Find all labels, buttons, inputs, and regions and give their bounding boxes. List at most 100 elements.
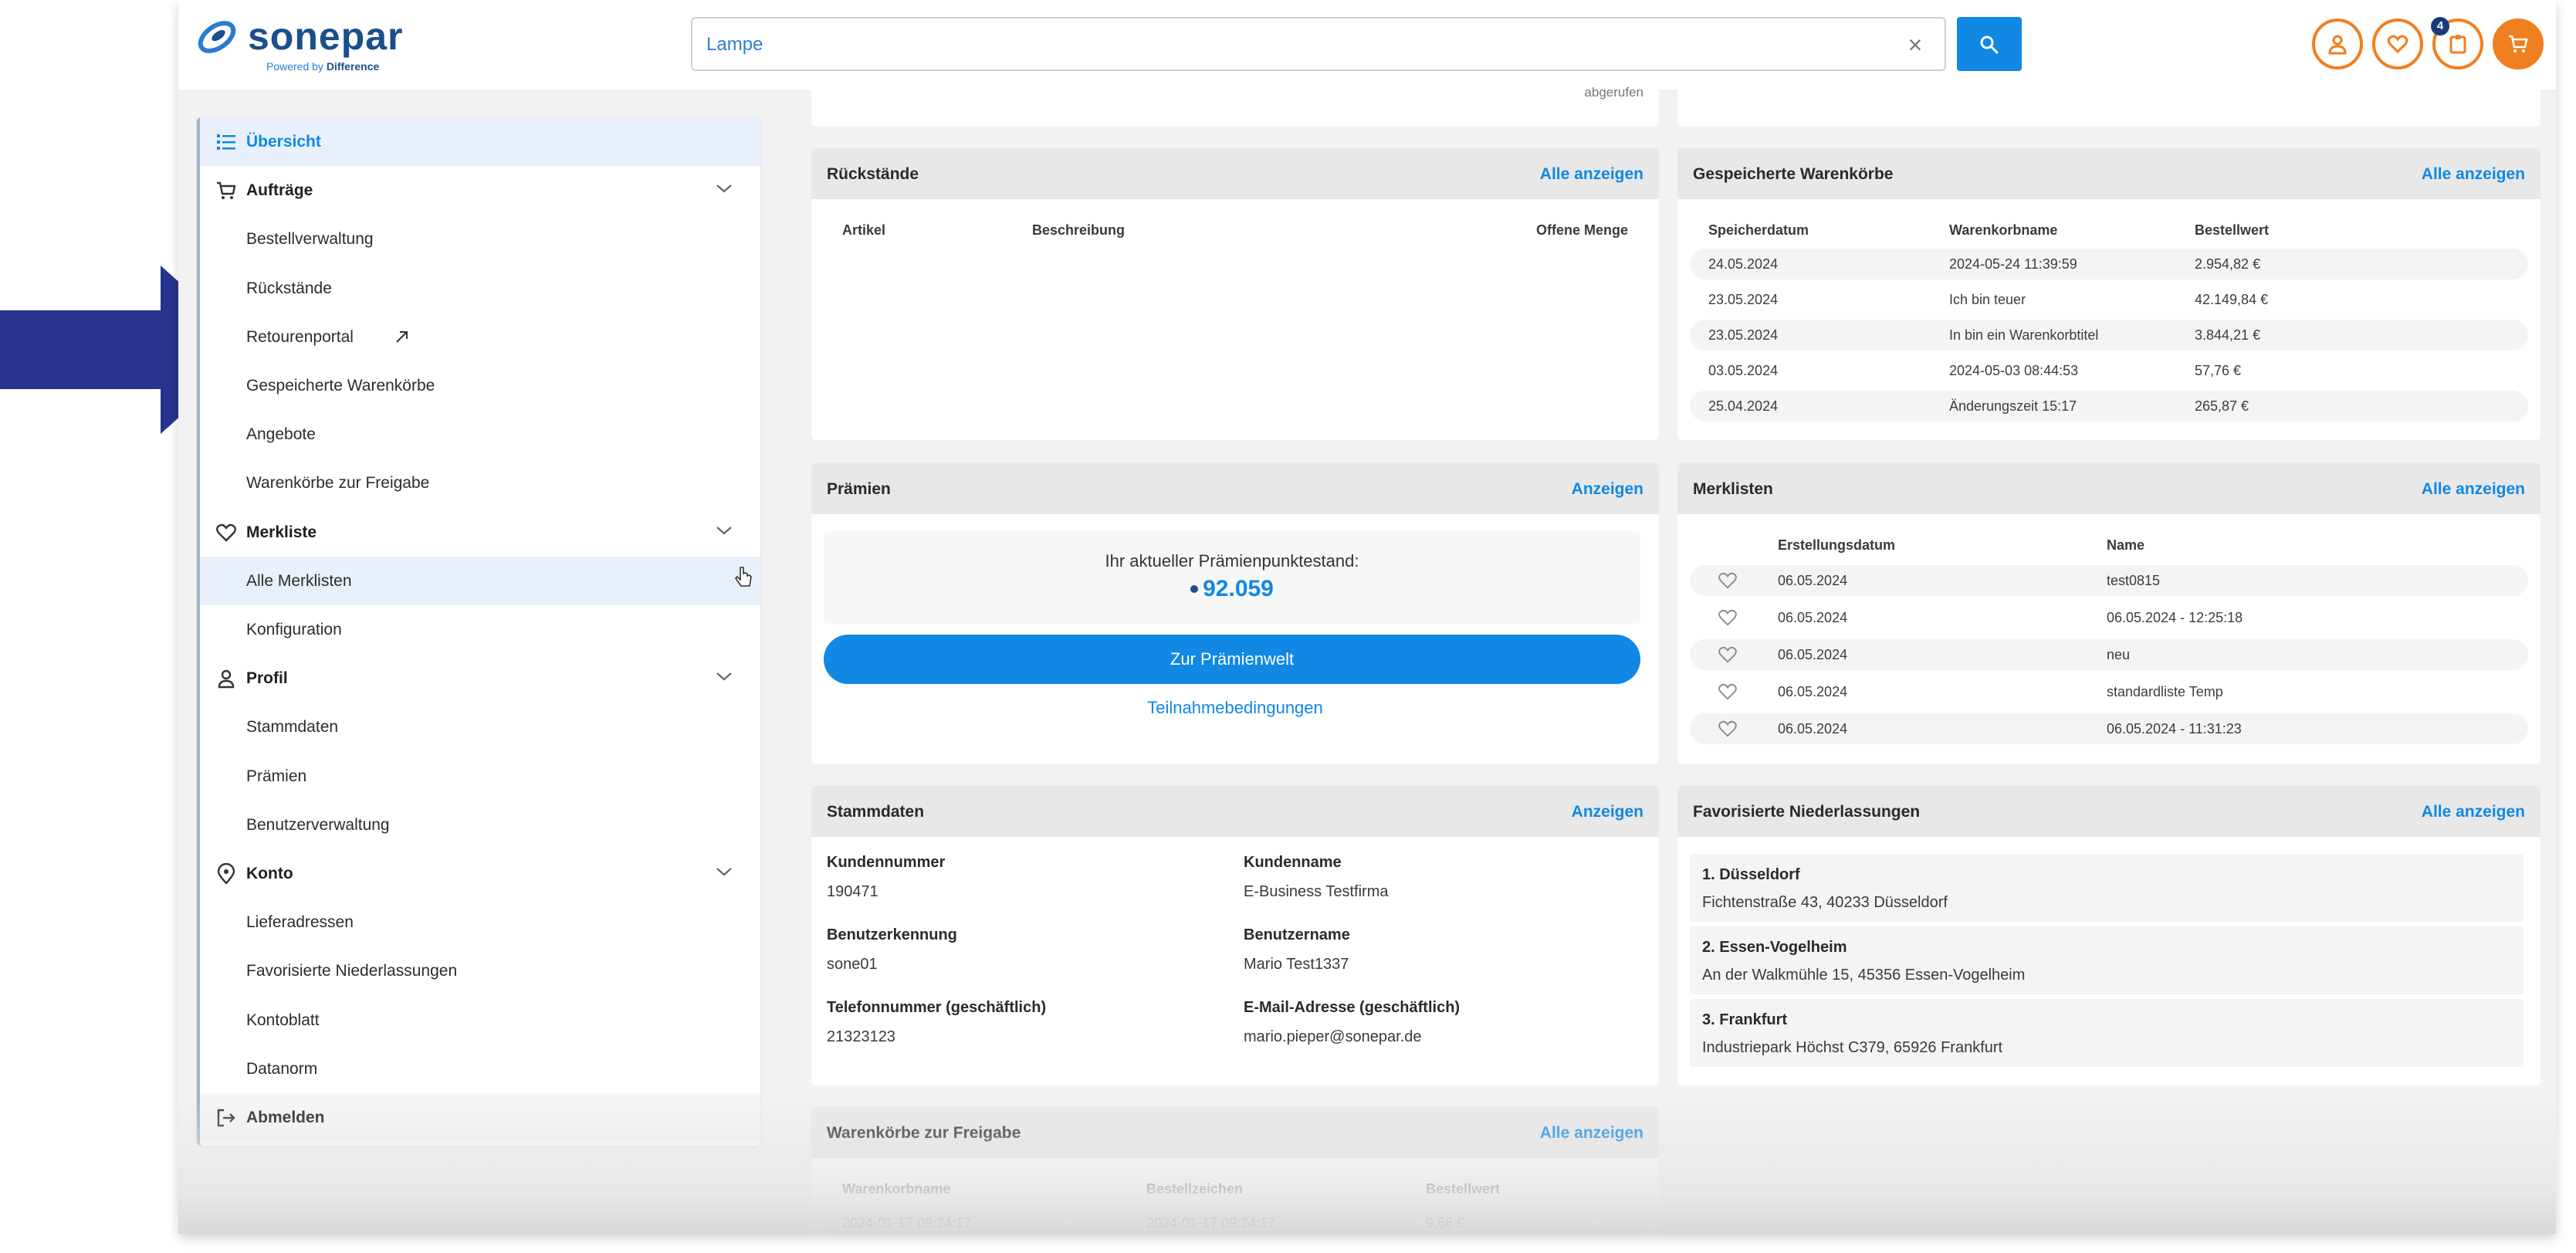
clear-search-icon[interactable]: × — [1901, 31, 1929, 59]
heart-icon[interactable] — [1718, 645, 1738, 668]
heart-icon[interactable] — [1718, 608, 1738, 631]
chevron-down-icon[interactable] — [716, 866, 733, 881]
sidebar-item-angebote[interactable]: Angebote — [200, 410, 760, 459]
table-row[interactable]: 25.04.2024 Änderungszeit 15:17 265,87 € — [1690, 391, 2528, 422]
show-link[interactable]: Anzeigen — [1572, 803, 1643, 821]
sidebar-item-label: Stammdaten — [246, 718, 339, 736]
order-value-cell: 265,87 € — [2195, 398, 2249, 414]
list-icon — [215, 131, 237, 153]
branch-address: Fichtenstraße 43, 40233 Düsseldorf — [1702, 894, 1948, 911]
card-title: Favorisierte Niederlassungen — [1693, 803, 1921, 821]
terms-link[interactable]: Teilnahmebedingungen — [811, 698, 1659, 718]
heart-icon[interactable] — [1718, 571, 1738, 594]
sidebar-item-bestellverwaltung[interactable]: Bestellverwaltung — [200, 215, 760, 263]
card-header: Stammdaten Anzeigen — [811, 786, 1659, 837]
show-link[interactable]: Anzeigen — [1572, 480, 1643, 499]
niederlassungen-card: Favorisierte Niederlassungen Alle anzeig… — [1677, 786, 2540, 1085]
sidebar-item-konto[interactable]: Konto — [200, 849, 760, 898]
email-label: E-Mail-Adresse (geschäftlich) — [1244, 999, 1461, 1016]
table-row[interactable]: 24.05.2024 2024-05-24 11:39:59 2.954,82 € — [1690, 249, 2528, 279]
chevron-down-icon[interactable] — [716, 525, 733, 540]
sidebar-item-favorisierte-niederlassungen[interactable]: Favorisierte Niederlassungen — [200, 947, 760, 995]
sidebar-item-abmelden[interactable]: Abmelden — [200, 1093, 760, 1142]
points-icon — [1190, 585, 1199, 593]
search-button[interactable] — [1957, 17, 2022, 71]
list-item[interactable]: 06.05.2024 neu — [1690, 639, 2528, 670]
sidebar-item-label: Rückstände — [246, 279, 332, 297]
order-value-cell: 57,76 € — [2195, 363, 2242, 378]
sidebar-item-merkliste[interactable]: Merkliste — [200, 508, 760, 557]
table-row[interactable]: 23.05.2024 Ich bin teuer 42.149,84 € — [1690, 284, 2528, 315]
sidebar-item-auftrage[interactable]: Aufträge — [200, 166, 760, 215]
sidebar-item-alle-merklisten[interactable]: Alle Merklisten — [200, 557, 760, 605]
cart-button[interactable] — [2493, 19, 2544, 69]
show-all-link[interactable]: Alle anzeigen — [2422, 480, 2525, 499]
show-all-link[interactable]: Alle anzeigen — [2422, 165, 2525, 184]
freigabe-card: Warenkörbe zur Freigabe Alle anzeigen Wa… — [811, 1107, 1659, 1234]
sidebar-item-profil[interactable]: Profil — [200, 654, 760, 703]
user-name-label: Benutzername — [1244, 926, 1350, 943]
chevron-down-icon[interactable] — [716, 183, 733, 198]
table-row[interactable]: 2024-01-17 09:24:17 2024-01-17 09:24:17 … — [824, 1206, 1647, 1234]
card-header: Gespeicherte Warenkörbe Alle anzeigen — [1677, 148, 2540, 199]
points-value: 92.059 — [824, 576, 1640, 602]
show-all-link[interactable]: Alle anzeigen — [1540, 1124, 1643, 1143]
sidebar-item-ruckstande[interactable]: Rückstände — [200, 264, 760, 313]
show-all-link[interactable]: Alle anzeigen — [1540, 165, 1643, 184]
created-date-cell: 06.05.2024 — [1778, 647, 1848, 662]
column-header: Warenkorbname — [842, 1181, 951, 1197]
table-row[interactable]: 23.05.2024 In bin ein Warenkorbtitel 3.844… — [1690, 320, 2528, 351]
list-item[interactable]: 06.05.2024 06.05.2024 - 11:31:23 — [1690, 713, 2528, 744]
user-id-label: Benutzerkennung — [827, 926, 957, 943]
sidebar-item-label: Retourenportal — [246, 328, 354, 346]
created-date-cell: 06.05.2024 — [1778, 721, 1848, 737]
sidebar-item-retourenportal[interactable]: Retourenportal — [200, 313, 760, 361]
column-header: Erstellungsdatum — [1778, 537, 1896, 553]
sidebar-item-lieferadressen[interactable]: Lieferadressen — [200, 898, 760, 947]
show-all-link[interactable]: Alle anzeigen — [2422, 803, 2525, 821]
card-title: Rückstände — [827, 165, 919, 183]
sidebar-item-datanorm[interactable]: Datanorm — [200, 1045, 760, 1093]
list-item[interactable]: 06.05.2024 test0815 — [1690, 565, 2528, 596]
sidebar-item-ubersicht[interactable]: Übersicht — [200, 117, 760, 166]
wishlist-button[interactable] — [2372, 19, 2423, 69]
account-button[interactable] — [2312, 19, 2363, 69]
sidebar-item-label: Gespeicherte Warenkörbe — [246, 377, 435, 395]
heart-icon[interactable] — [1718, 720, 1738, 742]
search-input[interactable]: Lampe × — [691, 17, 1946, 71]
praemienwelt-button[interactable]: Zur Prämienwelt — [824, 635, 1640, 684]
list-item[interactable]: 06.05.2024 06.05.2024 - 12:25:18 — [1690, 602, 2528, 633]
sidebar-item-gespeicherte-warenkorbe[interactable]: Gespeicherte Warenkörbe — [200, 361, 760, 410]
column-header: Artikel — [842, 222, 886, 238]
sidebar-item-konfiguration[interactable]: Konfiguration — [200, 605, 760, 654]
saved-carts-card: Gespeicherte Warenkörbe Alle anzeigen Sp… — [1677, 148, 2540, 440]
card-title: Merklisten — [1693, 480, 1773, 498]
sidebar-item-label: Benutzerverwaltung — [246, 816, 390, 834]
column-header: Beschreibung — [1032, 222, 1126, 238]
heart-icon[interactable] — [1718, 682, 1738, 705]
sidebar-item-label: Abmelden — [246, 1109, 325, 1126]
points-label: Ihr aktueller Prämienpunktestand: — [1105, 551, 1359, 571]
search-value: Lampe — [706, 34, 763, 55]
sidebar-item-pramien[interactable]: Prämien — [200, 752, 760, 801]
sidebar-item-warenkorbe-zur-freigabe[interactable]: Warenkörbe zur Freigabe — [200, 459, 760, 507]
heart-icon — [2387, 35, 2408, 54]
sidebar-item-kontoblatt[interactable]: Kontoblatt — [200, 996, 760, 1045]
branch-name: 2. Essen-Vogelheim — [1702, 939, 1847, 956]
sidebar-item-stammdaten[interactable]: Stammdaten — [200, 703, 760, 751]
card-title: Stammdaten — [827, 803, 925, 821]
list-name-cell: 06.05.2024 - 11:31:23 — [2107, 721, 2242, 737]
list-name-cell: neu — [2107, 647, 2131, 662]
merklisten-card: Merklisten Alle anzeigen Erstellungsdatu… — [1677, 463, 2540, 764]
shopping-cart-icon — [2509, 35, 2528, 52]
card-header: Prämien Anzeigen — [811, 463, 1659, 514]
branch-name: 1. Düsseldorf — [1702, 866, 1800, 883]
table-row[interactable]: 03.05.2024 2024-05-03 08:44:53 57,76 € — [1690, 355, 2528, 386]
branch-address: Industriepark Höchst C379, 65926 Frankfu… — [1702, 1039, 2003, 1056]
cart-name-cell: Ich bin teuer — [1949, 292, 2026, 307]
chevron-down-icon[interactable] — [716, 671, 733, 686]
card-header: Merklisten Alle anzeigen — [1677, 463, 2540, 514]
sonepar-logo[interactable]: sonepar Powered by Difference — [194, 12, 410, 74]
list-item[interactable]: 06.05.2024 standardliste Temp — [1690, 676, 2528, 707]
sidebar-item-benutzerverwaltung[interactable]: Benutzerverwaltung — [200, 801, 760, 849]
